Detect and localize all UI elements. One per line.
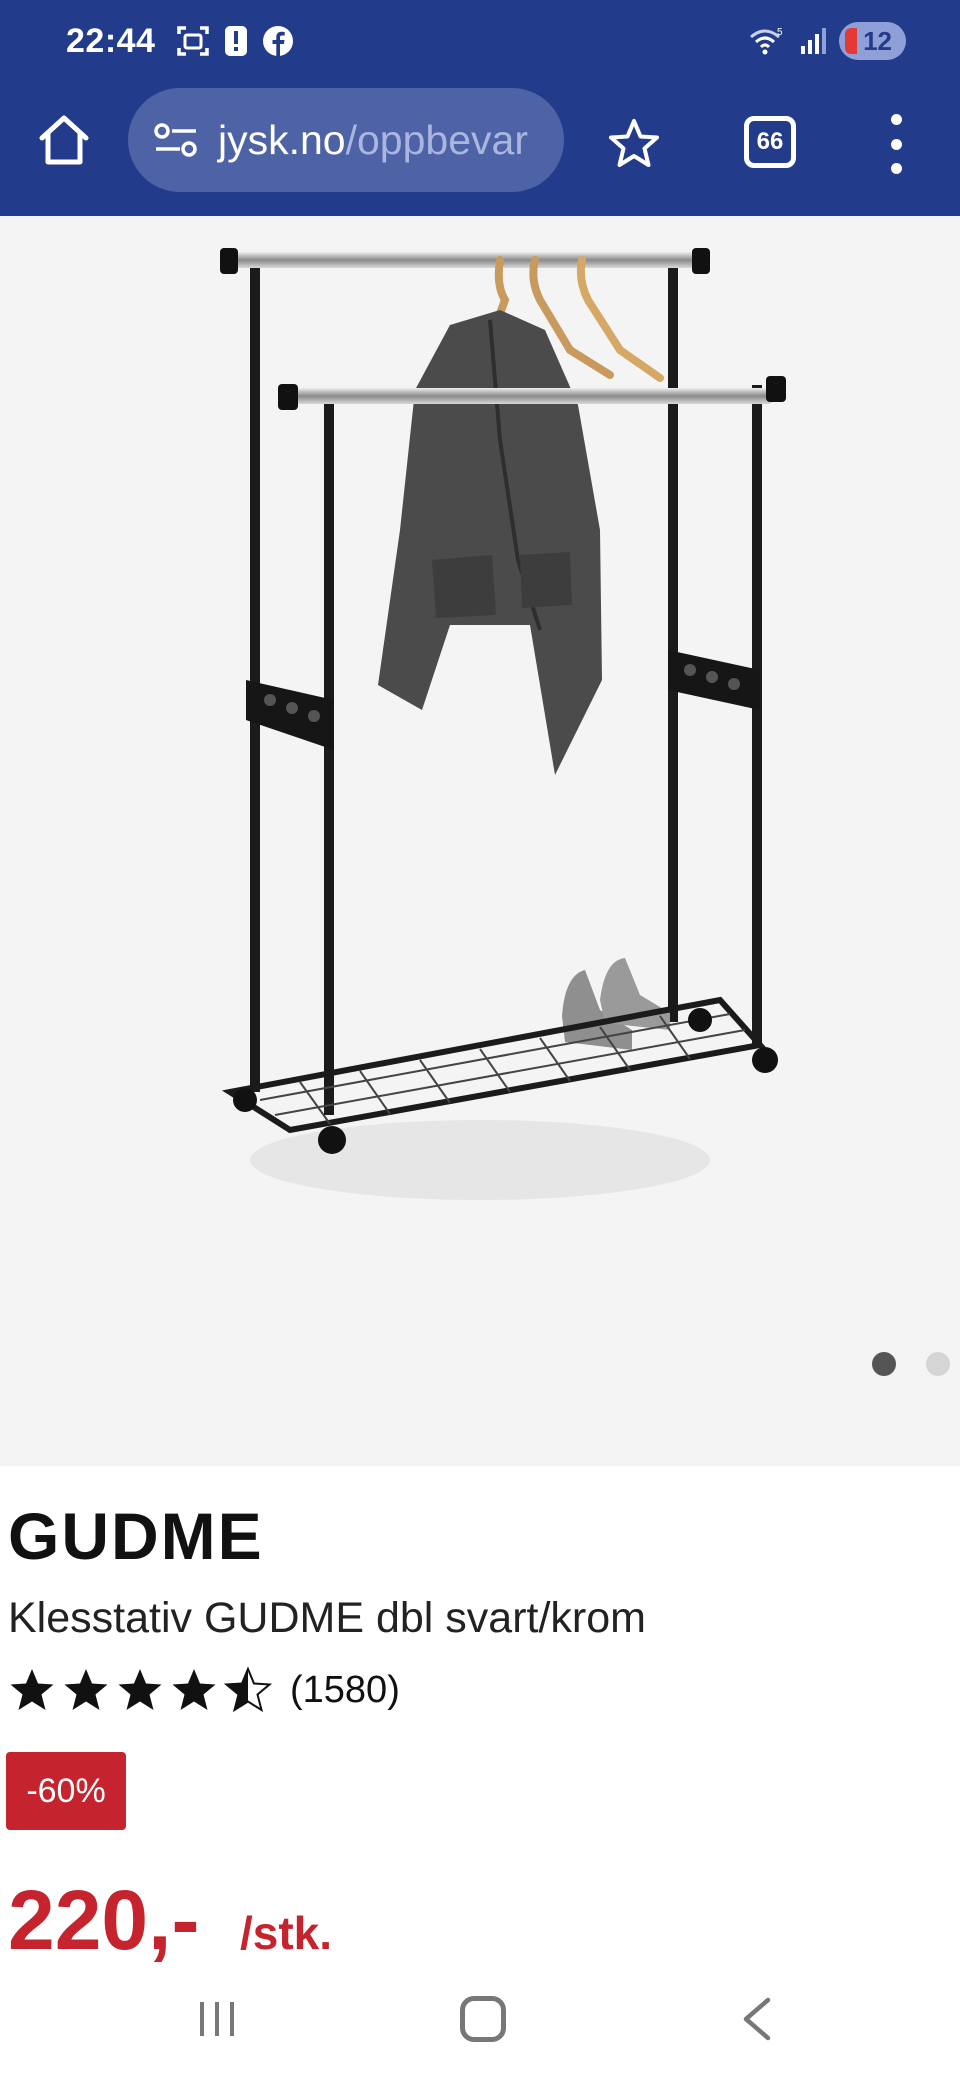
home-button[interactable]	[460, 1996, 506, 2042]
price-unit: /stk.	[240, 1907, 333, 1959]
gallery-dot-2[interactable]	[926, 1352, 950, 1376]
product-title: Klesstativ GUDME dbl svart/krom	[8, 1594, 646, 1642]
wifi-icon: 5	[750, 27, 783, 55]
status-time: 22:44	[66, 22, 156, 60]
signal-icon	[801, 28, 827, 54]
notification-icons	[176, 24, 294, 58]
status-bar: 22:44 5 12	[0, 0, 960, 86]
browser-toolbar: jysk.no /oppbevar 66	[0, 86, 960, 216]
star-half-icon	[224, 1666, 272, 1713]
product-rating[interactable]: (1580)	[8, 1666, 400, 1714]
screenshot-icon	[177, 26, 209, 56]
product-image-gallery[interactable]	[0, 216, 960, 1466]
url-path: /oppbevar	[345, 116, 528, 163]
bookmark-star-icon[interactable]	[606, 116, 662, 172]
tab-switcher-button[interactable]: 66	[744, 116, 796, 168]
product-brand: GUDME	[8, 1499, 264, 1573]
more-menu-icon[interactable]	[884, 114, 908, 174]
system-icons: 5 12	[747, 22, 906, 60]
facebook-icon	[263, 26, 293, 56]
star-full-icon	[64, 1669, 108, 1710]
rating-count: (1580)	[290, 1668, 400, 1711]
discount-badge: -60%	[6, 1752, 126, 1830]
address-bar[interactable]: jysk.no /oppbevar	[128, 88, 564, 192]
home-icon[interactable]	[34, 110, 94, 170]
battery-low-icon	[845, 28, 858, 54]
svg-text:5: 5	[777, 27, 783, 38]
url-host: jysk.no	[218, 116, 346, 163]
top-chrome: 22:44 5 12 jysk.no /oppbevar 66	[0, 0, 960, 216]
alert-icon	[225, 26, 247, 56]
gallery-dot-1[interactable]	[872, 1352, 896, 1376]
system-navigation-bar	[0, 1970, 960, 2080]
product-image	[220, 248, 786, 1200]
gallery-pagination[interactable]	[872, 1352, 950, 1376]
site-settings-icon[interactable]	[152, 120, 200, 160]
star-full-icon	[118, 1669, 162, 1710]
battery-level: 12	[863, 25, 892, 56]
product-price: 220,-	[8, 1873, 200, 1967]
recent-apps-icon[interactable]	[196, 1998, 238, 2040]
battery-indicator: 12	[839, 22, 906, 60]
back-icon[interactable]	[736, 1996, 776, 2042]
star-full-icon	[10, 1669, 54, 1710]
star-full-icon	[172, 1669, 216, 1710]
rating-stars	[8, 1666, 272, 1714]
